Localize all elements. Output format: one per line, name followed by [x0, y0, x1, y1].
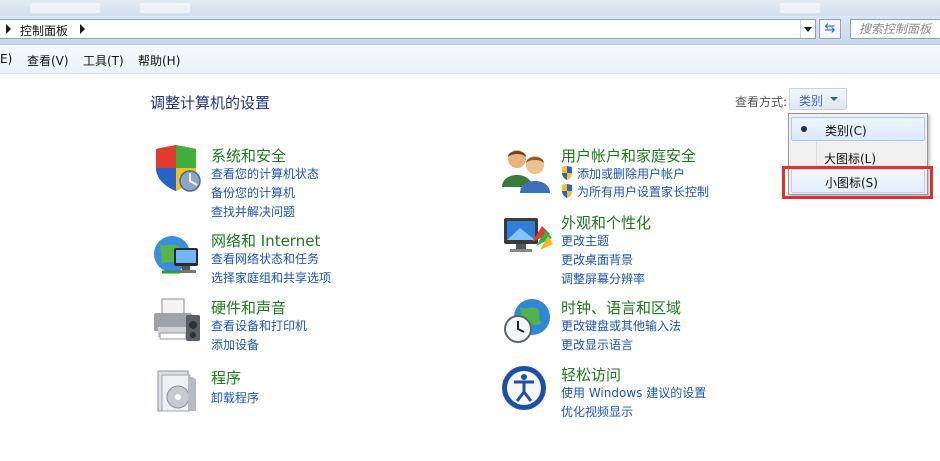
menu-tools[interactable]: 工具(T) — [83, 52, 124, 69]
link-devices-printers[interactable]: 查看设备和打印机 — [211, 317, 307, 334]
category-title-users[interactable]: 用户帐户和家庭安全 — [561, 145, 696, 166]
view-by-label: 查看方式: — [735, 95, 788, 109]
highlight-annotation — [782, 166, 933, 199]
view-by-current: 类别 — [799, 94, 824, 108]
breadcrumb-arrow-icon[interactable] — [80, 24, 85, 34]
address-dropdown-icon[interactable] — [800, 20, 815, 38]
refresh-button[interactable]: ⇆ — [819, 19, 841, 39]
link-add-remove-accounts[interactable]: 添加或删除用户帐户 — [561, 165, 685, 182]
uac-shield-icon — [562, 184, 572, 198]
link-homegroup-sharing[interactable]: 选择家庭组和共享选项 — [211, 269, 331, 286]
page-title: 调整计算机的设置 — [150, 94, 271, 112]
menu-item-category[interactable]: 类别(C) — [791, 117, 925, 141]
breadcrumb-arrow-icon[interactable] — [6, 24, 11, 34]
menu-edit[interactable]: E) — [0, 52, 12, 66]
navigation-bar: 控制面板 ⇆ 搜索控制面板 — [0, 16, 940, 45]
link-windows-suggested-settings[interactable]: 使用 Windows 建议的设置 — [561, 384, 706, 401]
view-by-dropdown[interactable]: 类别 — [789, 88, 847, 110]
printer-icon[interactable] — [152, 297, 204, 345]
menu-view[interactable]: 查看(V) — [27, 52, 69, 69]
link-troubleshoot[interactable]: 查找并解决问题 — [211, 203, 295, 220]
link-uninstall-program[interactable]: 卸载程序 — [211, 389, 259, 406]
link-parental-controls[interactable]: 为所有用户设置家长控制 — [561, 183, 709, 200]
link-add-device[interactable]: 添加设备 — [211, 336, 259, 353]
uac-shield-icon — [562, 166, 572, 180]
titlebar-ghost — [30, 3, 100, 13]
breadcrumb-control-panel[interactable]: 控制面板 — [20, 22, 68, 39]
category-title-security[interactable]: 系统和安全 — [211, 145, 286, 166]
category-title-hardware[interactable]: 硬件和声音 — [211, 297, 286, 318]
window-titlebar — [0, 0, 940, 16]
titlebar-ghost — [140, 3, 190, 13]
menu-item-label: 大图标(L) — [824, 152, 877, 166]
globe-clock-icon[interactable] — [502, 297, 554, 345]
link-optimize-display[interactable]: 优化视频显示 — [561, 403, 633, 420]
link-keyboard-input[interactable]: 更改键盘或其他输入法 — [561, 317, 681, 334]
monitor-icon[interactable] — [502, 212, 554, 260]
category-title-programs[interactable]: 程序 — [211, 367, 241, 388]
link-backup-computer[interactable]: 备份您的计算机 — [211, 184, 295, 201]
link-display-language[interactable]: 更改显示语言 — [561, 336, 633, 353]
link-network-status[interactable]: 查看网络状态和任务 — [211, 250, 319, 267]
link-label: 添加或删除用户帐户 — [577, 167, 686, 181]
users-icon[interactable] — [502, 145, 554, 193]
shield-icon[interactable] — [152, 145, 204, 193]
menu-item-label: 类别(C) — [825, 124, 867, 138]
menu-bar: E) 查看(V) 工具(T) 帮助(H) — [0, 45, 940, 74]
link-screen-resolution[interactable]: 调整屏幕分辨率 — [561, 270, 645, 287]
category-title-clock[interactable]: 时钟、语言和区域 — [561, 297, 681, 318]
menu-help[interactable]: 帮助(H) — [138, 52, 180, 69]
network-icon[interactable] — [152, 230, 204, 278]
category-title-access[interactable]: 轻松访问 — [561, 364, 621, 385]
chevron-down-icon — [830, 97, 838, 101]
category-title-appearance[interactable]: 外观和个性化 — [561, 212, 651, 233]
link-label: 为所有用户设置家长控制 — [577, 185, 710, 199]
titlebar-ghost — [780, 3, 820, 13]
refresh-icon: ⇆ — [824, 21, 836, 36]
search-input[interactable]: 搜索控制面板 — [850, 19, 940, 39]
address-bar[interactable]: 控制面板 — [0, 19, 816, 39]
ease-of-access-icon[interactable] — [502, 364, 554, 412]
category-title-network[interactable]: 网络和 Internet — [211, 230, 320, 251]
link-change-theme[interactable]: 更改主题 — [561, 232, 609, 249]
link-view-computer-status[interactable]: 查看您的计算机状态 — [211, 165, 319, 182]
link-change-background[interactable]: 更改桌面背景 — [561, 251, 633, 268]
programs-icon[interactable] — [152, 367, 204, 415]
radio-selected-icon — [801, 126, 807, 132]
